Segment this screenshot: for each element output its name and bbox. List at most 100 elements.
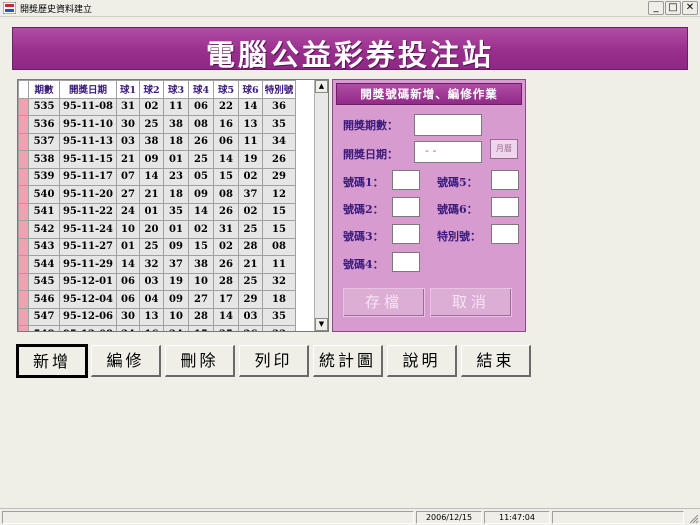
column-header[interactable]: 球1 (116, 80, 140, 99)
number2-input[interactable] (392, 197, 420, 217)
grid-scrollbar[interactable]: ▲ ▼ (314, 80, 328, 331)
table-cell[interactable]: 30 (116, 307, 140, 326)
table-cell[interactable]: 09 (163, 290, 189, 309)
table-row[interactable]: 536 95-11-10 30 25 38 08 16 13 35 (18, 115, 296, 134)
table-cell[interactable]: 28 (213, 272, 239, 291)
table-cell[interactable]: 26 (262, 150, 296, 169)
date-input[interactable]: - - (414, 141, 482, 163)
table-cell[interactable]: 545 (28, 272, 60, 291)
table-cell[interactable]: 95-12-08 (59, 325, 117, 331)
column-header[interactable]: 特別號 (262, 80, 296, 99)
row-selector[interactable] (18, 202, 29, 221)
table-cell[interactable]: 25 (238, 272, 263, 291)
table-cell[interactable]: 11 (163, 97, 189, 116)
table-cell[interactable]: 95-12-04 (59, 290, 117, 309)
table-cell[interactable]: 14 (238, 97, 263, 116)
row-selector[interactable] (18, 185, 29, 204)
table-row[interactable]: 535 95-11-08 31 02 11 06 22 14 36 (18, 97, 296, 116)
table-row[interactable]: 54895-12-0834162415252633 (18, 325, 296, 331)
table-cell[interactable]: 26 (188, 132, 214, 151)
table-cell[interactable]: 95-11-15 (59, 150, 117, 169)
table-cell[interactable]: 09 (188, 185, 214, 204)
table-cell[interactable]: 01 (116, 237, 140, 256)
table-row[interactable]: 539 95-11-17 07 14 23 05 15 02 29 (18, 167, 296, 186)
table-cell[interactable]: 03 (139, 272, 164, 291)
table-cell[interactable]: 25 (213, 325, 239, 331)
table-cell[interactable]: 544 (28, 255, 60, 274)
table-row[interactable]: 540 95-11-20 27 21 18 09 08 37 12 (18, 185, 296, 204)
minimize-button[interactable]: _ (648, 1, 664, 15)
column-header[interactable]: 球3 (163, 80, 189, 99)
table-cell[interactable]: 31 (213, 220, 239, 239)
scroll-up-button[interactable]: ▲ (315, 80, 328, 93)
table-cell[interactable]: 38 (188, 255, 214, 274)
table-row[interactable]: 543 95-11-27 01 25 09 15 02 28 08 (18, 237, 296, 256)
table-cell[interactable]: 95-12-01 (59, 272, 117, 291)
table-cell[interactable]: 06 (213, 132, 239, 151)
row-selector[interactable] (18, 325, 29, 331)
table-row[interactable]: 542 95-11-24 10 20 01 02 31 25 15 (18, 220, 296, 239)
calendar-button[interactable]: 月曆 (490, 139, 518, 159)
scroll-down-button[interactable]: ▼ (315, 318, 328, 331)
table-cell[interactable]: 02 (238, 167, 263, 186)
table-cell[interactable]: 32 (262, 272, 296, 291)
table-cell[interactable]: 17 (213, 290, 239, 309)
table-cell[interactable]: 23 (163, 167, 189, 186)
table-cell[interactable]: 09 (163, 237, 189, 256)
table-cell[interactable]: 535 (28, 97, 60, 116)
period-input[interactable] (414, 114, 482, 136)
table-cell[interactable]: 26 (238, 325, 263, 331)
table-cell[interactable]: 08 (262, 237, 296, 256)
table-cell[interactable]: 10 (188, 272, 214, 291)
table-cell[interactable]: 35 (262, 115, 296, 134)
table-cell[interactable]: 02 (238, 202, 263, 221)
number6-input[interactable] (491, 197, 519, 217)
number4-input[interactable] (392, 252, 420, 272)
statistics-chart-button[interactable]: 統計圖 (313, 345, 383, 377)
table-cell[interactable]: 38 (139, 132, 164, 151)
column-header[interactable]: 開獎日期 (59, 80, 117, 99)
table-cell[interactable]: 27 (188, 290, 214, 309)
draw-history-grid[interactable]: 期數 開獎日期 球1 球2 球3 球4 球5 球6 特別號 535 95-11-0… (17, 79, 329, 332)
table-cell[interactable]: 543 (28, 237, 60, 256)
table-cell[interactable]: 95-11-27 (59, 237, 117, 256)
table-cell[interactable]: 27 (116, 185, 140, 204)
row-selector[interactable] (18, 115, 29, 134)
table-cell[interactable]: 13 (238, 115, 263, 134)
table-cell[interactable]: 15 (213, 167, 239, 186)
table-cell[interactable]: 538 (28, 150, 60, 169)
table-cell[interactable]: 02 (188, 220, 214, 239)
table-row[interactable]: 545 95-12-01 06 03 19 10 28 25 32 (18, 272, 296, 291)
table-cell[interactable]: 30 (116, 115, 140, 134)
table-cell[interactable]: 95-11-22 (59, 202, 117, 221)
table-cell[interactable]: 14 (188, 202, 214, 221)
table-cell[interactable]: 37 (238, 185, 263, 204)
number3-input[interactable] (392, 224, 420, 244)
exit-button[interactable]: 結束 (461, 345, 531, 377)
table-cell[interactable]: 38 (163, 115, 189, 134)
table-cell[interactable]: 35 (163, 202, 189, 221)
row-selector[interactable] (18, 167, 29, 186)
table-cell[interactable]: 19 (238, 150, 263, 169)
table-cell[interactable]: 20 (139, 220, 164, 239)
table-cell[interactable]: 05 (188, 167, 214, 186)
column-header[interactable]: 球6 (238, 80, 263, 99)
table-cell[interactable]: 08 (213, 185, 239, 204)
table-cell[interactable]: 15 (262, 220, 296, 239)
table-cell[interactable]: 01 (163, 220, 189, 239)
add-button[interactable]: 新增 (16, 344, 88, 378)
table-cell[interactable]: 25 (238, 220, 263, 239)
table-row[interactable]: 537 95-11-13 03 38 18 26 06 11 34 (18, 132, 296, 151)
table-cell[interactable]: 24 (163, 325, 189, 331)
table-cell[interactable]: 22 (213, 97, 239, 116)
special-number-input[interactable] (491, 224, 519, 244)
column-header[interactable]: 球2 (139, 80, 164, 99)
column-header[interactable]: 球4 (188, 80, 214, 99)
table-cell[interactable]: 26 (213, 202, 239, 221)
table-cell[interactable]: 04 (139, 290, 164, 309)
table-cell[interactable]: 95-11-10 (59, 115, 117, 134)
table-cell[interactable]: 15 (188, 325, 214, 331)
table-cell[interactable]: 29 (238, 290, 263, 309)
row-selector[interactable] (18, 255, 29, 274)
table-cell[interactable]: 539 (28, 167, 60, 186)
